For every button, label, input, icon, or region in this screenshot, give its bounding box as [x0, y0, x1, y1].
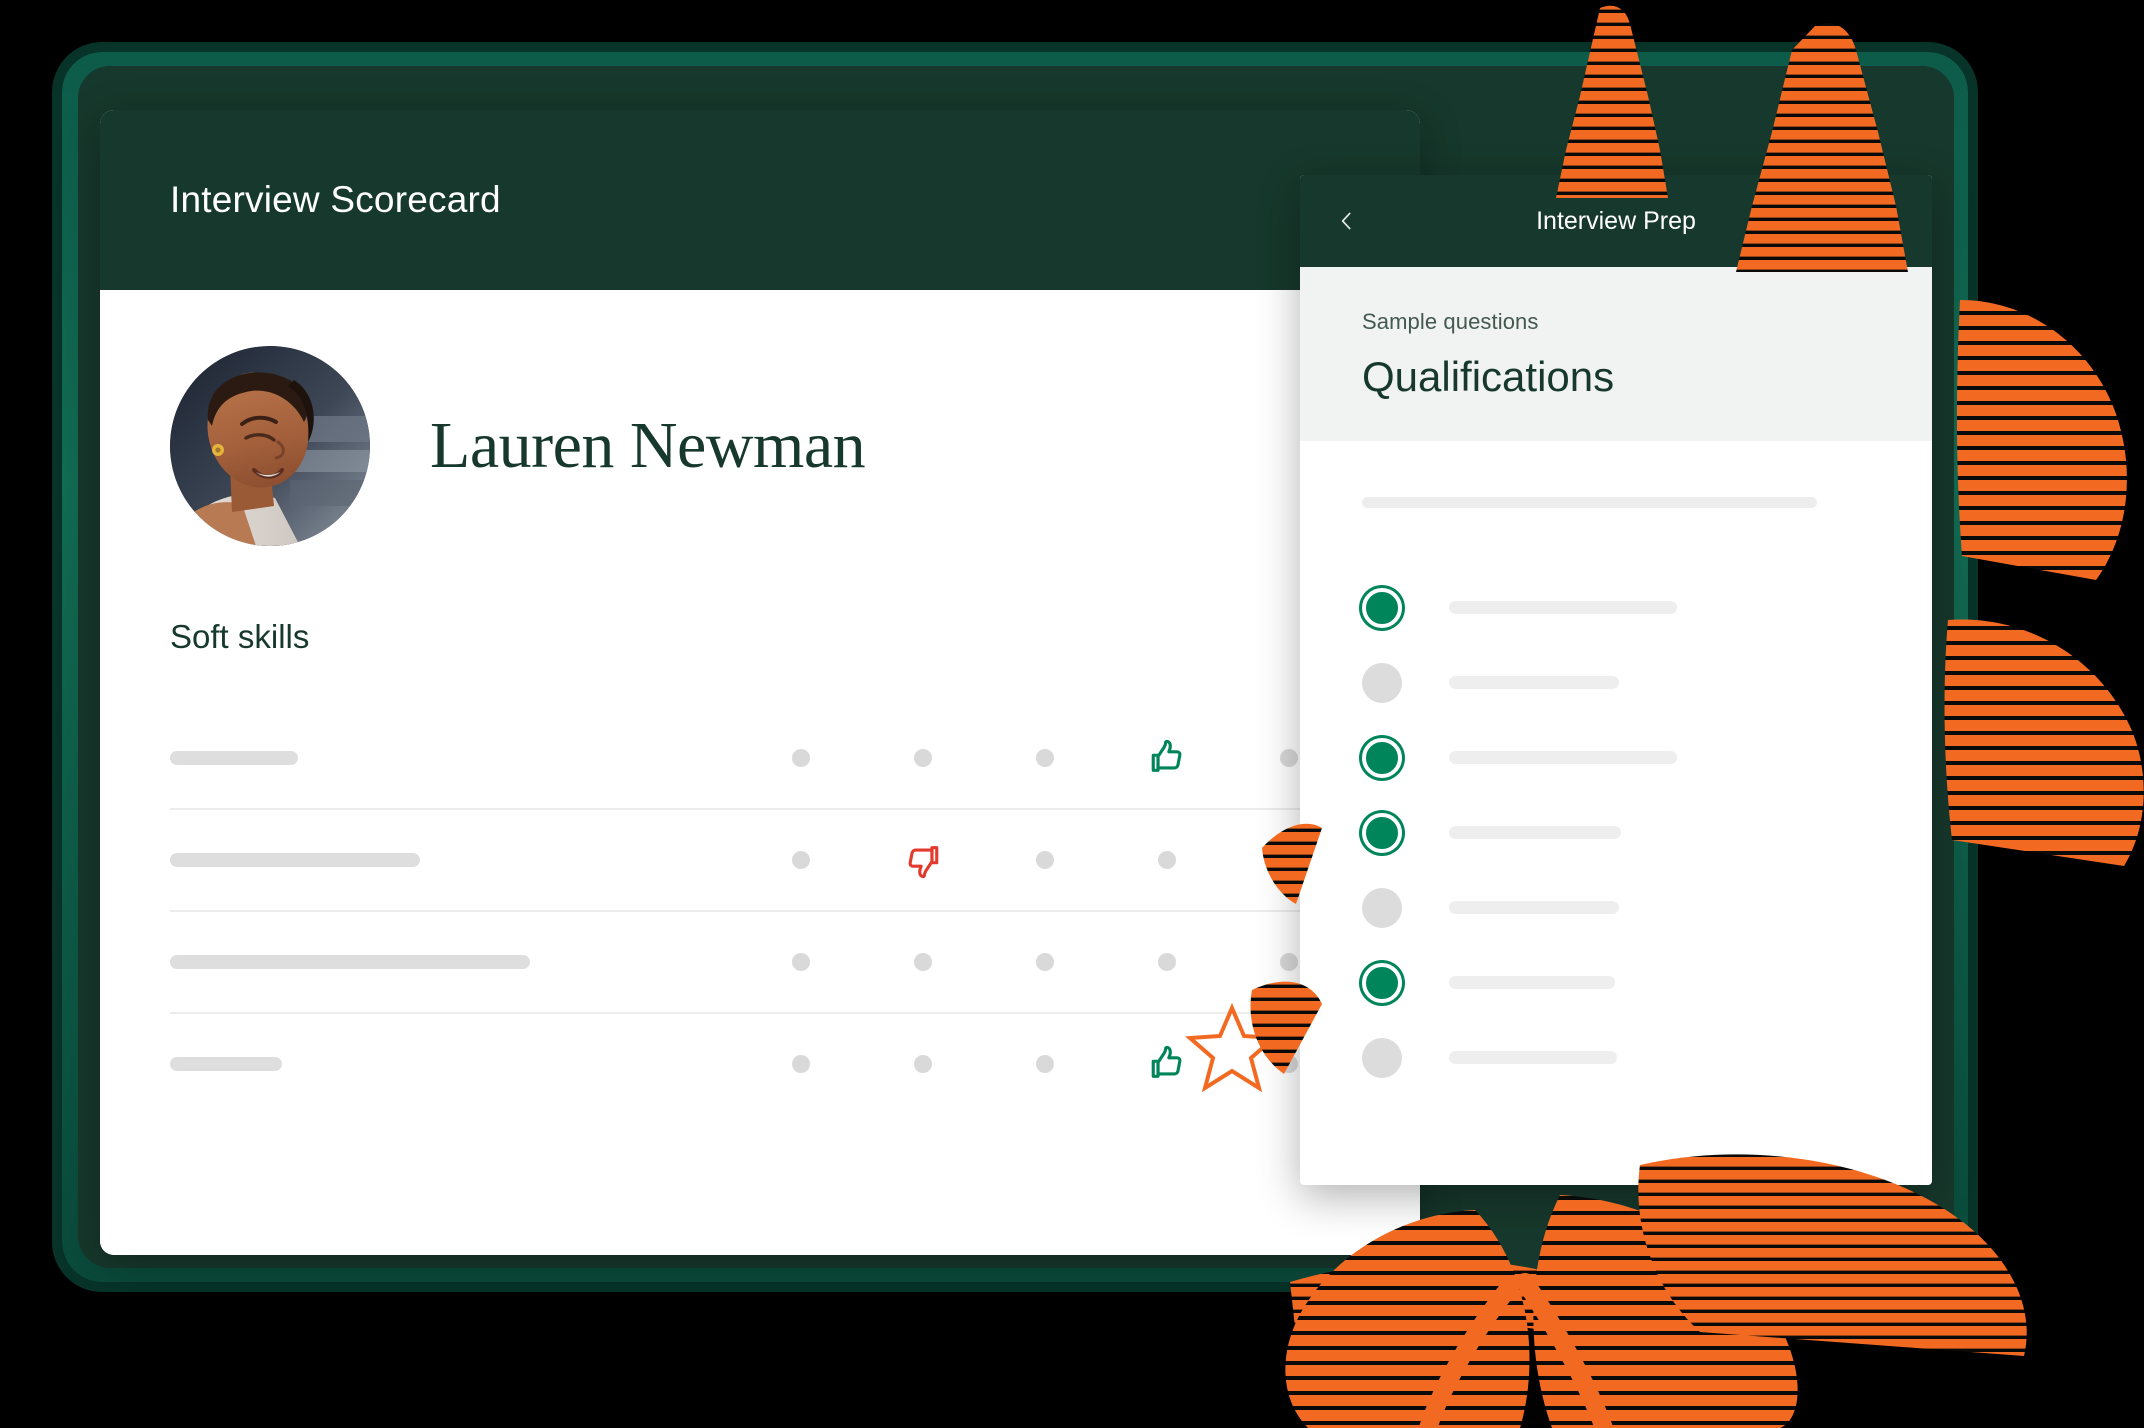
rating-scale	[740, 953, 1350, 971]
rating-option[interactable]	[740, 1055, 862, 1073]
rating-option[interactable]	[740, 749, 862, 767]
rating-scale	[740, 736, 1350, 780]
prep-intro-placeholder	[1362, 497, 1817, 508]
rating-option[interactable]	[984, 953, 1106, 971]
prep-heading: Qualifications	[1362, 353, 1615, 400]
radio-selected-icon[interactable]	[1362, 812, 1402, 853]
section-title-soft-skills: Soft skills	[170, 618, 310, 655]
prep-eyebrow-label: Sample questions	[1362, 309, 1539, 334]
radio-unselected-icon[interactable]	[1362, 887, 1402, 928]
prep-panel-subheader: Sample questions Qualifications	[1300, 267, 1932, 441]
table-row	[170, 708, 1350, 810]
interview-prep-panel: Interview Prep Sample questions Qualific…	[1300, 175, 1932, 1185]
rating-scale	[740, 1042, 1350, 1086]
interview-scorecard-window: Interview Scorecard Lauren Newman Soft s…	[100, 110, 1420, 1255]
rating-dot	[1036, 1055, 1054, 1073]
rating-dot	[914, 953, 932, 971]
prep-panel-title: Interview Prep	[1536, 206, 1696, 235]
rating-dot	[792, 851, 810, 869]
radio-selected-icon[interactable]	[1362, 962, 1402, 1003]
table-row	[170, 912, 1350, 1014]
rating-dot	[792, 953, 810, 971]
list-item[interactable]	[1362, 645, 1870, 720]
rating-dot	[792, 749, 810, 767]
rating-dot	[1036, 953, 1054, 971]
rating-option[interactable]	[862, 749, 984, 767]
rating-dot	[792, 1055, 810, 1073]
rating-dot	[1280, 953, 1298, 971]
table-row	[170, 810, 1350, 912]
radio-unselected-icon[interactable]	[1362, 662, 1402, 703]
question-text-placeholder	[1449, 751, 1677, 764]
thumbs-up-icon	[1151, 739, 1182, 772]
rating-dot	[914, 1055, 932, 1073]
prep-question-list	[1300, 441, 1932, 1095]
list-item[interactable]	[1362, 795, 1870, 870]
rating-option[interactable]	[740, 851, 862, 869]
rating-option-selected[interactable]	[862, 838, 984, 882]
chevron-right-icon[interactable]	[1868, 204, 1902, 238]
question-text-placeholder	[1449, 976, 1615, 989]
stem-icon	[1516, 1273, 1613, 1428]
radio-selected-icon[interactable]	[1362, 587, 1402, 628]
rating-dot	[1158, 851, 1176, 869]
rating-option-selected[interactable]	[1106, 1042, 1228, 1086]
rating-dot	[914, 749, 932, 767]
thumbs-up-icon	[1151, 1045, 1182, 1078]
page-title: Interview Scorecard	[170, 179, 501, 220]
rating-dot	[1036, 851, 1054, 869]
question-text-placeholder	[1449, 1051, 1617, 1064]
rating-dot	[1280, 851, 1298, 869]
leaf-icon	[1956, 300, 2127, 580]
question-text-placeholder	[1449, 826, 1621, 839]
question-text-placeholder	[1449, 901, 1619, 914]
rating-option[interactable]	[984, 851, 1106, 869]
rating-option[interactable]	[984, 749, 1106, 767]
rating-option[interactable]	[1106, 851, 1228, 869]
thumbs-down-icon	[908, 846, 939, 879]
skill-label-placeholder	[170, 751, 298, 765]
rating-option[interactable]	[862, 1055, 984, 1073]
radio-unselected-icon[interactable]	[1362, 1037, 1402, 1078]
candidate-name: Lauren Newman	[430, 409, 866, 482]
rating-option-selected[interactable]	[1106, 736, 1228, 780]
candidate-profile: Lauren Newman	[170, 290, 1350, 546]
list-item[interactable]	[1362, 1020, 1870, 1095]
scorecard-body: Lauren Newman Soft skills	[100, 290, 1420, 1255]
question-text-placeholder	[1449, 676, 1619, 689]
skill-label-placeholder	[170, 955, 530, 969]
skill-label-placeholder	[170, 853, 420, 867]
screenshot-stage: Interview Scorecard Lauren Newman Soft s…	[0, 0, 2144, 1428]
avatar	[170, 346, 370, 546]
stem-icon	[1419, 1275, 1521, 1428]
rating-option[interactable]	[1106, 953, 1228, 971]
list-item[interactable]	[1362, 570, 1870, 645]
list-item[interactable]	[1362, 870, 1870, 945]
question-text-placeholder	[1449, 601, 1677, 614]
rating-option[interactable]	[740, 953, 862, 971]
prep-panel-header: Interview Prep	[1300, 175, 1932, 267]
skill-label-placeholder	[170, 1057, 282, 1071]
chevron-left-icon[interactable]	[1330, 204, 1364, 238]
scorecard-header: Interview Scorecard	[100, 110, 1420, 290]
list-item[interactable]	[1362, 945, 1870, 1020]
rating-option[interactable]	[984, 1055, 1106, 1073]
rating-scale	[740, 838, 1350, 882]
rating-dot	[1036, 749, 1054, 767]
table-row	[170, 1014, 1350, 1114]
rating-dot	[1280, 1055, 1298, 1073]
rating-option[interactable]	[862, 953, 984, 971]
ratings-table	[170, 708, 1350, 1114]
radio-selected-icon[interactable]	[1362, 737, 1402, 778]
rating-dot	[1158, 953, 1176, 971]
rating-dot	[1280, 749, 1298, 767]
list-item[interactable]	[1362, 720, 1870, 795]
